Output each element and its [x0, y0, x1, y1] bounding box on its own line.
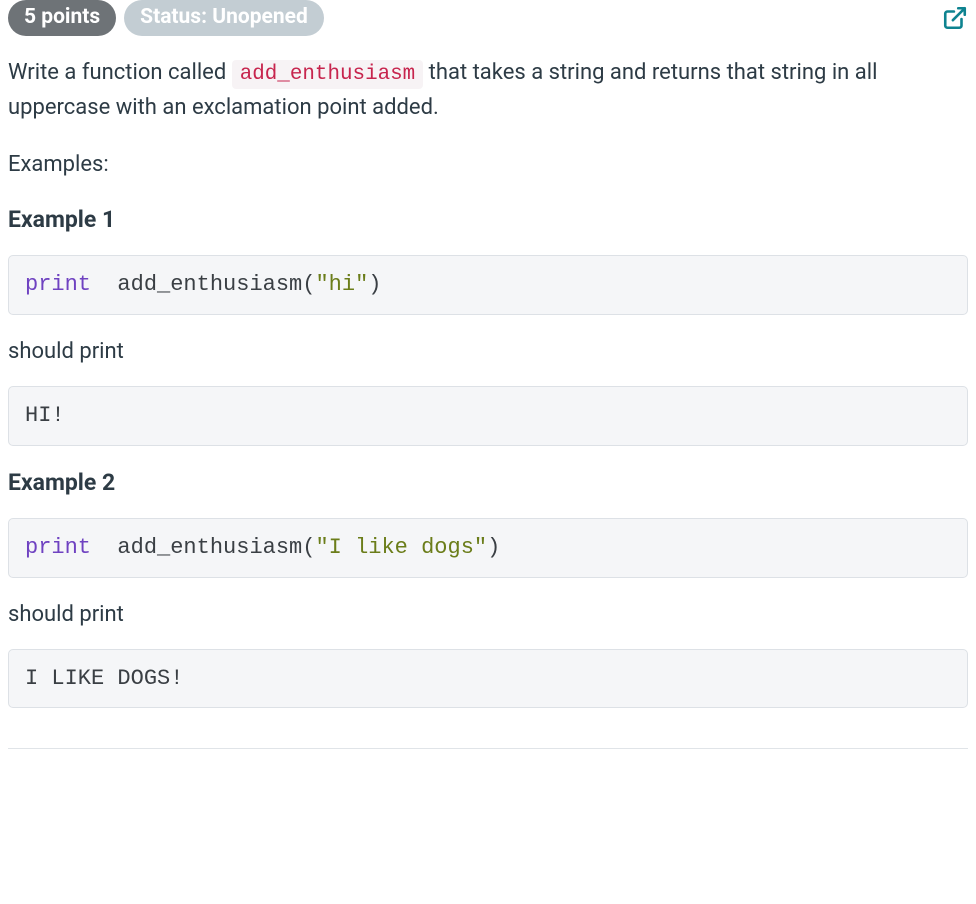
code-keyword: print: [25, 535, 91, 560]
code-func: add_enthusiasm: [117, 535, 302, 560]
section-divider: [8, 748, 968, 749]
code-space: [91, 535, 117, 560]
example-heading: Example 1: [8, 203, 968, 238]
example-output-code: I LIKE DOGS!: [8, 649, 968, 709]
problem-description: Write a function called add_enthusiasm t…: [8, 56, 968, 123]
code-keyword: print: [25, 272, 91, 297]
description-pre: Write a function called: [8, 60, 232, 85]
should-print-label: should print: [8, 598, 968, 631]
example-block: Example 2 print add_enthusiasm("I like d…: [8, 466, 968, 709]
points-badge: 5 points: [8, 0, 116, 36]
code-close-paren: ): [368, 272, 381, 297]
example-input-code: print add_enthusiasm("I like dogs"): [8, 518, 968, 578]
function-name-code: add_enthusiasm: [232, 60, 424, 89]
header-row: 5 points Status: Unopened: [8, 0, 968, 36]
code-open-paren: (: [302, 272, 315, 297]
code-func: add_enthusiasm: [117, 272, 302, 297]
code-string: "hi": [315, 272, 368, 297]
example-input-code: print add_enthusiasm("hi"): [8, 255, 968, 315]
should-print-label: should print: [8, 335, 968, 368]
external-link-icon[interactable]: [942, 5, 968, 31]
example-output-code: HI!: [8, 386, 968, 446]
status-badge: Status: Unopened: [124, 0, 324, 36]
badges-group: 5 points Status: Unopened: [8, 0, 324, 36]
example-heading: Example 2: [8, 466, 968, 501]
example-block: Example 1 print add_enthusiasm("hi") sho…: [8, 203, 968, 446]
code-string: "I like dogs": [315, 535, 487, 560]
code-space: [91, 272, 117, 297]
code-close-paren: ): [487, 535, 500, 560]
code-open-paren: (: [302, 535, 315, 560]
examples-label: Examples:: [8, 148, 968, 181]
